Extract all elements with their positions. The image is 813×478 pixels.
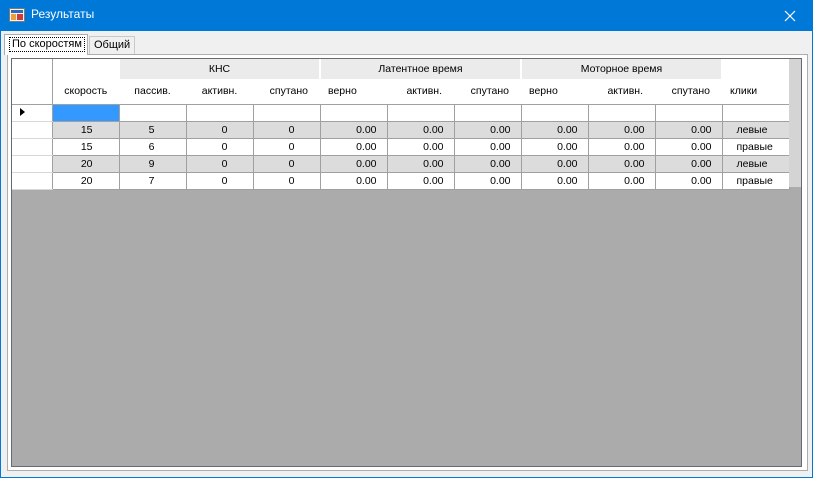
row-header[interactable]	[12, 155, 53, 173]
grid-header-filler	[789, 59, 801, 187]
results-grid[interactable]: КНС Латентное время Моторное время скоро…	[11, 58, 802, 467]
column-header-motor-active[interactable]: активн.	[588, 79, 655, 105]
group-header-motor: Моторное время	[521, 59, 723, 79]
grid-cell[interactable]: 0.00	[521, 172, 589, 190]
grid-cell[interactable]: 0.00	[655, 138, 723, 156]
grid-cell[interactable]: 0.00	[588, 138, 656, 156]
tab-by-speed[interactable]: По скоростям	[4, 34, 88, 55]
grid-cell[interactable]: 0.00	[521, 121, 589, 139]
grid-cell[interactable]: 0	[186, 138, 254, 156]
grid-cell[interactable]: 0	[186, 172, 254, 190]
grid-cell[interactable]: 0.00	[588, 172, 656, 190]
grid-cell-selected[interactable]	[52, 104, 120, 122]
grid-cell[interactable]: левые	[722, 155, 790, 173]
row-header[interactable]	[12, 138, 53, 156]
grid-cell[interactable]: 6	[119, 138, 187, 156]
grid-cell[interactable]: 0.00	[387, 155, 455, 173]
column-header-latent-confused[interactable]: спутано	[454, 79, 521, 105]
grid-cell[interactable]: 0	[253, 138, 321, 156]
grid-cell[interactable]: 0	[253, 121, 321, 139]
grid-cell[interactable]: 0	[253, 155, 321, 173]
grid-cell[interactable]	[588, 104, 656, 122]
table-row[interactable]: 20 9 0 0 0.00 0.00 0.00 0.00 0.00 0.00 левые	[12, 155, 790, 173]
grid-cell[interactable]: 0.00	[320, 155, 388, 173]
grid-cell[interactable]: 0.00	[655, 155, 723, 173]
grid-cell[interactable]: 7	[119, 172, 187, 190]
current-row-arrow-icon	[20, 107, 25, 116]
column-header-latent-active[interactable]: активн.	[387, 79, 454, 105]
row-header-current[interactable]	[12, 104, 53, 122]
group-header-blank	[722, 59, 790, 79]
tab-page: КНС Латентное время Моторное время скоро…	[7, 54, 808, 471]
column-header-latent-correct[interactable]: верно	[320, 79, 387, 105]
table-row[interactable]: 20 7 0 0 0.00 0.00 0.00 0.00 0.00 0.00 правые	[12, 172, 790, 190]
results-window: Результаты По скоростям Общий КНС Латент…	[0, 0, 813, 478]
grid-cell[interactable]: 0.00	[320, 121, 388, 139]
grid-cell[interactable]: 20	[52, 155, 120, 173]
grid-cell[interactable]	[253, 104, 321, 122]
grid-cell[interactable]	[454, 104, 522, 122]
group-header-latent: Латентное время	[320, 59, 522, 79]
grid-cell[interactable]: правые	[722, 172, 790, 190]
grid-cell[interactable]: 0.00	[588, 121, 656, 139]
grid-cell[interactable]	[119, 104, 187, 122]
grid-cell[interactable]	[186, 104, 254, 122]
window-title: Результаты	[31, 7, 95, 21]
grid-cell[interactable]: 0	[186, 121, 254, 139]
grid-cell[interactable]: 20	[52, 172, 120, 190]
grid-cell[interactable]: 15	[52, 121, 120, 139]
grid-cell[interactable]: 0.00	[521, 138, 589, 156]
grid-cell[interactable]: 0.00	[521, 155, 589, 173]
title-bar[interactable]: Результаты	[0, 0, 813, 31]
grid-cell[interactable]: 0.00	[320, 138, 388, 156]
column-header-clicks[interactable]: клики	[722, 79, 789, 105]
grid-cell[interactable]: 5	[119, 121, 187, 139]
grid-cell[interactable]: левые	[722, 121, 790, 139]
grid-cell[interactable]	[320, 104, 388, 122]
grid-cell[interactable]: правые	[722, 138, 790, 156]
grid-cell[interactable]: 0.00	[588, 155, 656, 173]
grid-cell[interactable]	[722, 104, 790, 122]
grid-cell[interactable]: 0.00	[320, 172, 388, 190]
column-header-khs-confused[interactable]: спутано	[253, 79, 320, 105]
grid-cell[interactable]	[387, 104, 455, 122]
results-table: КНС Латентное время Моторное время скоро…	[12, 59, 790, 190]
tab-general[interactable]: Общий	[89, 36, 135, 54]
group-header-blank	[52, 59, 120, 79]
grid-cell[interactable]: 0.00	[454, 138, 522, 156]
grid-cell[interactable]: 0.00	[454, 155, 522, 173]
grid-cell[interactable]: 9	[119, 155, 187, 173]
grid-cell[interactable]: 0	[253, 172, 321, 190]
grid-cell[interactable]: 0.00	[387, 172, 455, 190]
grid-cell[interactable]: 0.00	[387, 121, 455, 139]
column-header-motor-correct[interactable]: верно	[521, 79, 588, 105]
grid-cell[interactable]	[521, 104, 589, 122]
table-row[interactable]: 15 6 0 0 0.00 0.00 0.00 0.00 0.00 0.00 правые	[12, 138, 790, 156]
group-header-khs: КНС	[119, 59, 321, 79]
table-row[interactable]: 15 5 0 0 0.00 0.00 0.00 0.00 0.00 0.00 левые	[12, 121, 790, 139]
grid-cell[interactable]: 0.00	[454, 172, 522, 190]
grid-cell[interactable]: 0	[186, 155, 254, 173]
window-client: По скоростям Общий КНС Латентное время М…	[1, 31, 812, 477]
column-header-khs-active[interactable]: активн.	[186, 79, 253, 105]
grid-corner[interactable]	[12, 59, 53, 105]
grid-cell[interactable]: 15	[52, 138, 120, 156]
close-button[interactable]	[767, 0, 813, 31]
grid-cell[interactable]	[655, 104, 723, 122]
new-row[interactable]	[12, 104, 790, 122]
grid-cell[interactable]: 0.00	[454, 121, 522, 139]
row-header[interactable]	[12, 172, 53, 190]
column-header-speed[interactable]: скорость	[52, 79, 119, 105]
app-icon	[9, 8, 25, 22]
grid-cell[interactable]: 0.00	[655, 121, 723, 139]
row-header[interactable]	[12, 121, 53, 139]
tab-by-speed-label: По скоростям	[9, 37, 85, 52]
grid-cell[interactable]: 0.00	[655, 172, 723, 190]
grid-cell[interactable]: 0.00	[387, 138, 455, 156]
column-header-motor-confused[interactable]: спутано	[655, 79, 722, 105]
column-header-passive[interactable]: пассив.	[119, 79, 186, 105]
close-icon	[784, 10, 796, 21]
